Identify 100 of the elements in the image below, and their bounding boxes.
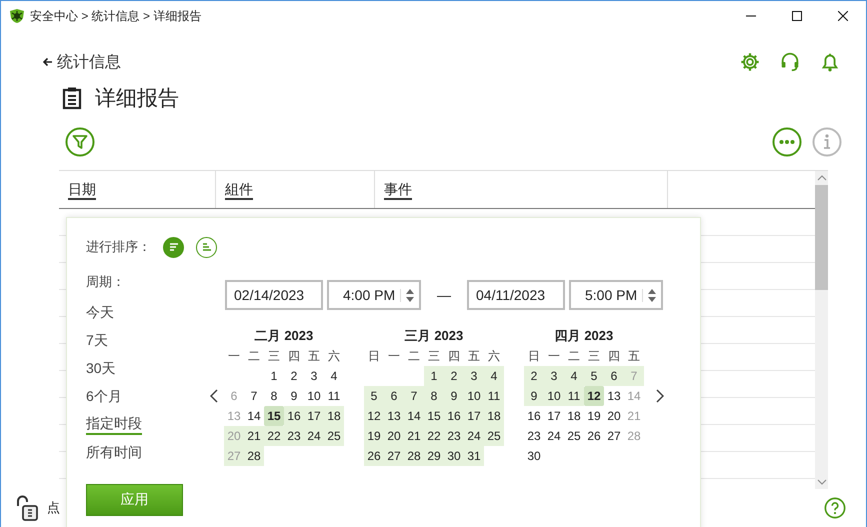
calendar-day[interactable]: 21 [404, 426, 424, 446]
end-time-field[interactable]: 5:00 PM [569, 280, 663, 310]
calendar-day[interactable]: 2 [524, 366, 544, 386]
calendar-day[interactable]: 11 [484, 386, 504, 406]
info-icon[interactable] [812, 127, 842, 157]
help-icon[interactable] [824, 497, 846, 519]
calendar-day[interactable]: 13 [604, 386, 624, 406]
settings-icon[interactable] [739, 51, 761, 73]
calendar-day[interactable]: 15 [264, 406, 284, 426]
calendar-day[interactable]: 12 [364, 406, 384, 426]
calendar-day[interactable]: 19 [364, 426, 384, 446]
calendar-day[interactable]: 27 [604, 426, 624, 446]
period-option[interactable]: 指定时段 [86, 411, 142, 435]
calendar-day[interactable]: 17 [544, 406, 564, 426]
calendar-day[interactable]: 30 [524, 446, 544, 466]
calendar-day[interactable]: 28 [244, 446, 264, 466]
start-time-field[interactable]: 4:00 PM [327, 280, 421, 310]
calendar-day[interactable]: 28 [404, 446, 424, 466]
calendar-day[interactable]: 26 [364, 446, 384, 466]
calendar-day[interactable]: 4 [484, 366, 504, 386]
calendar-day[interactable]: 9 [444, 386, 464, 406]
status-text[interactable]: 点 [47, 499, 60, 517]
calendar-day[interactable]: 10 [304, 386, 324, 406]
period-option[interactable]: 今天 [86, 299, 114, 327]
calendar-day[interactable]: 15 [424, 406, 444, 426]
calendar-day[interactable]: 31 [464, 446, 484, 466]
calendar-day[interactable]: 11 [564, 386, 584, 406]
calendar-day[interactable]: 18 [564, 406, 584, 426]
calendar-day[interactable]: 5 [364, 386, 384, 406]
padlock-icon[interactable] [15, 495, 39, 521]
calendar-day[interactable]: 17 [464, 406, 484, 426]
calendar-day[interactable]: 22 [264, 426, 284, 446]
calendar-day[interactable]: 9 [524, 386, 544, 406]
calendar-day[interactable]: 8 [264, 386, 284, 406]
calendar-day[interactable]: 23 [524, 426, 544, 446]
calendar-day[interactable]: 18 [484, 406, 504, 426]
calendar-day[interactable]: 25 [564, 426, 584, 446]
calendar-day[interactable]: 27 [384, 446, 404, 466]
calendar-day[interactable]: 14 [244, 406, 264, 426]
calendar-day[interactable]: 16 [284, 406, 304, 426]
calendar-day[interactable]: 13 [384, 406, 404, 426]
calendar-day[interactable]: 22 [424, 426, 444, 446]
calendar-day[interactable]: 23 [284, 426, 304, 446]
period-option[interactable]: 所有时间 [86, 439, 142, 467]
back-link[interactable]: 统计信息 [43, 52, 121, 72]
calendar-day[interactable]: 21 [244, 426, 264, 446]
headset-icon[interactable] [779, 51, 801, 73]
calendar-day[interactable]: 3 [464, 366, 484, 386]
calendar-day[interactable]: 29 [424, 446, 444, 466]
calendar-day[interactable]: 20 [384, 426, 404, 446]
calendar-day[interactable]: 1 [264, 366, 284, 386]
more-options-icon[interactable] [772, 127, 802, 157]
calendar-day[interactable]: 18 [324, 406, 344, 426]
sort-button[interactable] [196, 236, 217, 258]
end-date-field[interactable]: 04/11/2023 [467, 280, 565, 310]
calendar-day[interactable]: 2 [444, 366, 464, 386]
calendar-day[interactable]: 25 [484, 426, 504, 446]
calendar-day[interactable]: 23 [444, 426, 464, 446]
calendar-day[interactable]: 24 [464, 426, 484, 446]
calendar-day[interactable]: 6 [604, 366, 624, 386]
start-date-field[interactable]: 02/14/2023 [225, 280, 323, 310]
calendar-day[interactable]: 8 [424, 386, 444, 406]
previous-month-icon[interactable] [210, 389, 218, 403]
calendar-day[interactable]: 17 [304, 406, 324, 426]
notification-bell-icon[interactable] [819, 51, 841, 73]
period-option[interactable]: 30天 [86, 355, 116, 383]
calendar-day[interactable]: 19 [584, 406, 604, 426]
increment-arrow-icon[interactable] [406, 288, 414, 294]
calendar-day[interactable]: 24 [544, 426, 564, 446]
calendar-day[interactable]: 20 [604, 406, 624, 426]
decrement-arrow-icon[interactable] [648, 296, 656, 302]
decrement-arrow-icon[interactable] [406, 296, 414, 302]
calendar-day[interactable]: 3 [544, 366, 564, 386]
calendar-day[interactable]: 16 [524, 406, 544, 426]
calendar-day[interactable]: 4 [564, 366, 584, 386]
calendar-day[interactable]: 9 [284, 386, 304, 406]
increment-arrow-icon[interactable] [648, 288, 656, 294]
calendar-day[interactable]: 7 [244, 386, 264, 406]
calendar-day[interactable]: 5 [584, 366, 604, 386]
calendar-day[interactable]: 16 [444, 406, 464, 426]
period-option[interactable]: 7天 [86, 327, 108, 355]
calendar-day[interactable]: 25 [324, 426, 344, 446]
calendar-day[interactable]: 30 [444, 446, 464, 466]
column-header[interactable]: 事件 [384, 180, 412, 200]
calendar-day[interactable]: 4 [324, 366, 344, 386]
calendar-day[interactable]: 3 [304, 366, 324, 386]
calendar-day[interactable]: 10 [464, 386, 484, 406]
column-header[interactable]: 組件 [225, 180, 253, 200]
calendar-day[interactable]: 14 [404, 406, 424, 426]
column-header[interactable]: 日期 [68, 180, 96, 200]
scrollbar[interactable] [815, 171, 828, 489]
calendar-day[interactable]: 24 [304, 426, 324, 446]
period-option[interactable]: 6个月 [86, 383, 122, 411]
calendar-day[interactable]: 11 [324, 386, 344, 406]
next-month-icon[interactable] [656, 389, 664, 403]
calendar-day[interactable]: 2 [284, 366, 304, 386]
calendar-day[interactable]: 10 [544, 386, 564, 406]
sort-button[interactable] [163, 236, 184, 258]
calendar-day[interactable]: 7 [404, 386, 424, 406]
calendar-day[interactable]: 1 [424, 366, 444, 386]
